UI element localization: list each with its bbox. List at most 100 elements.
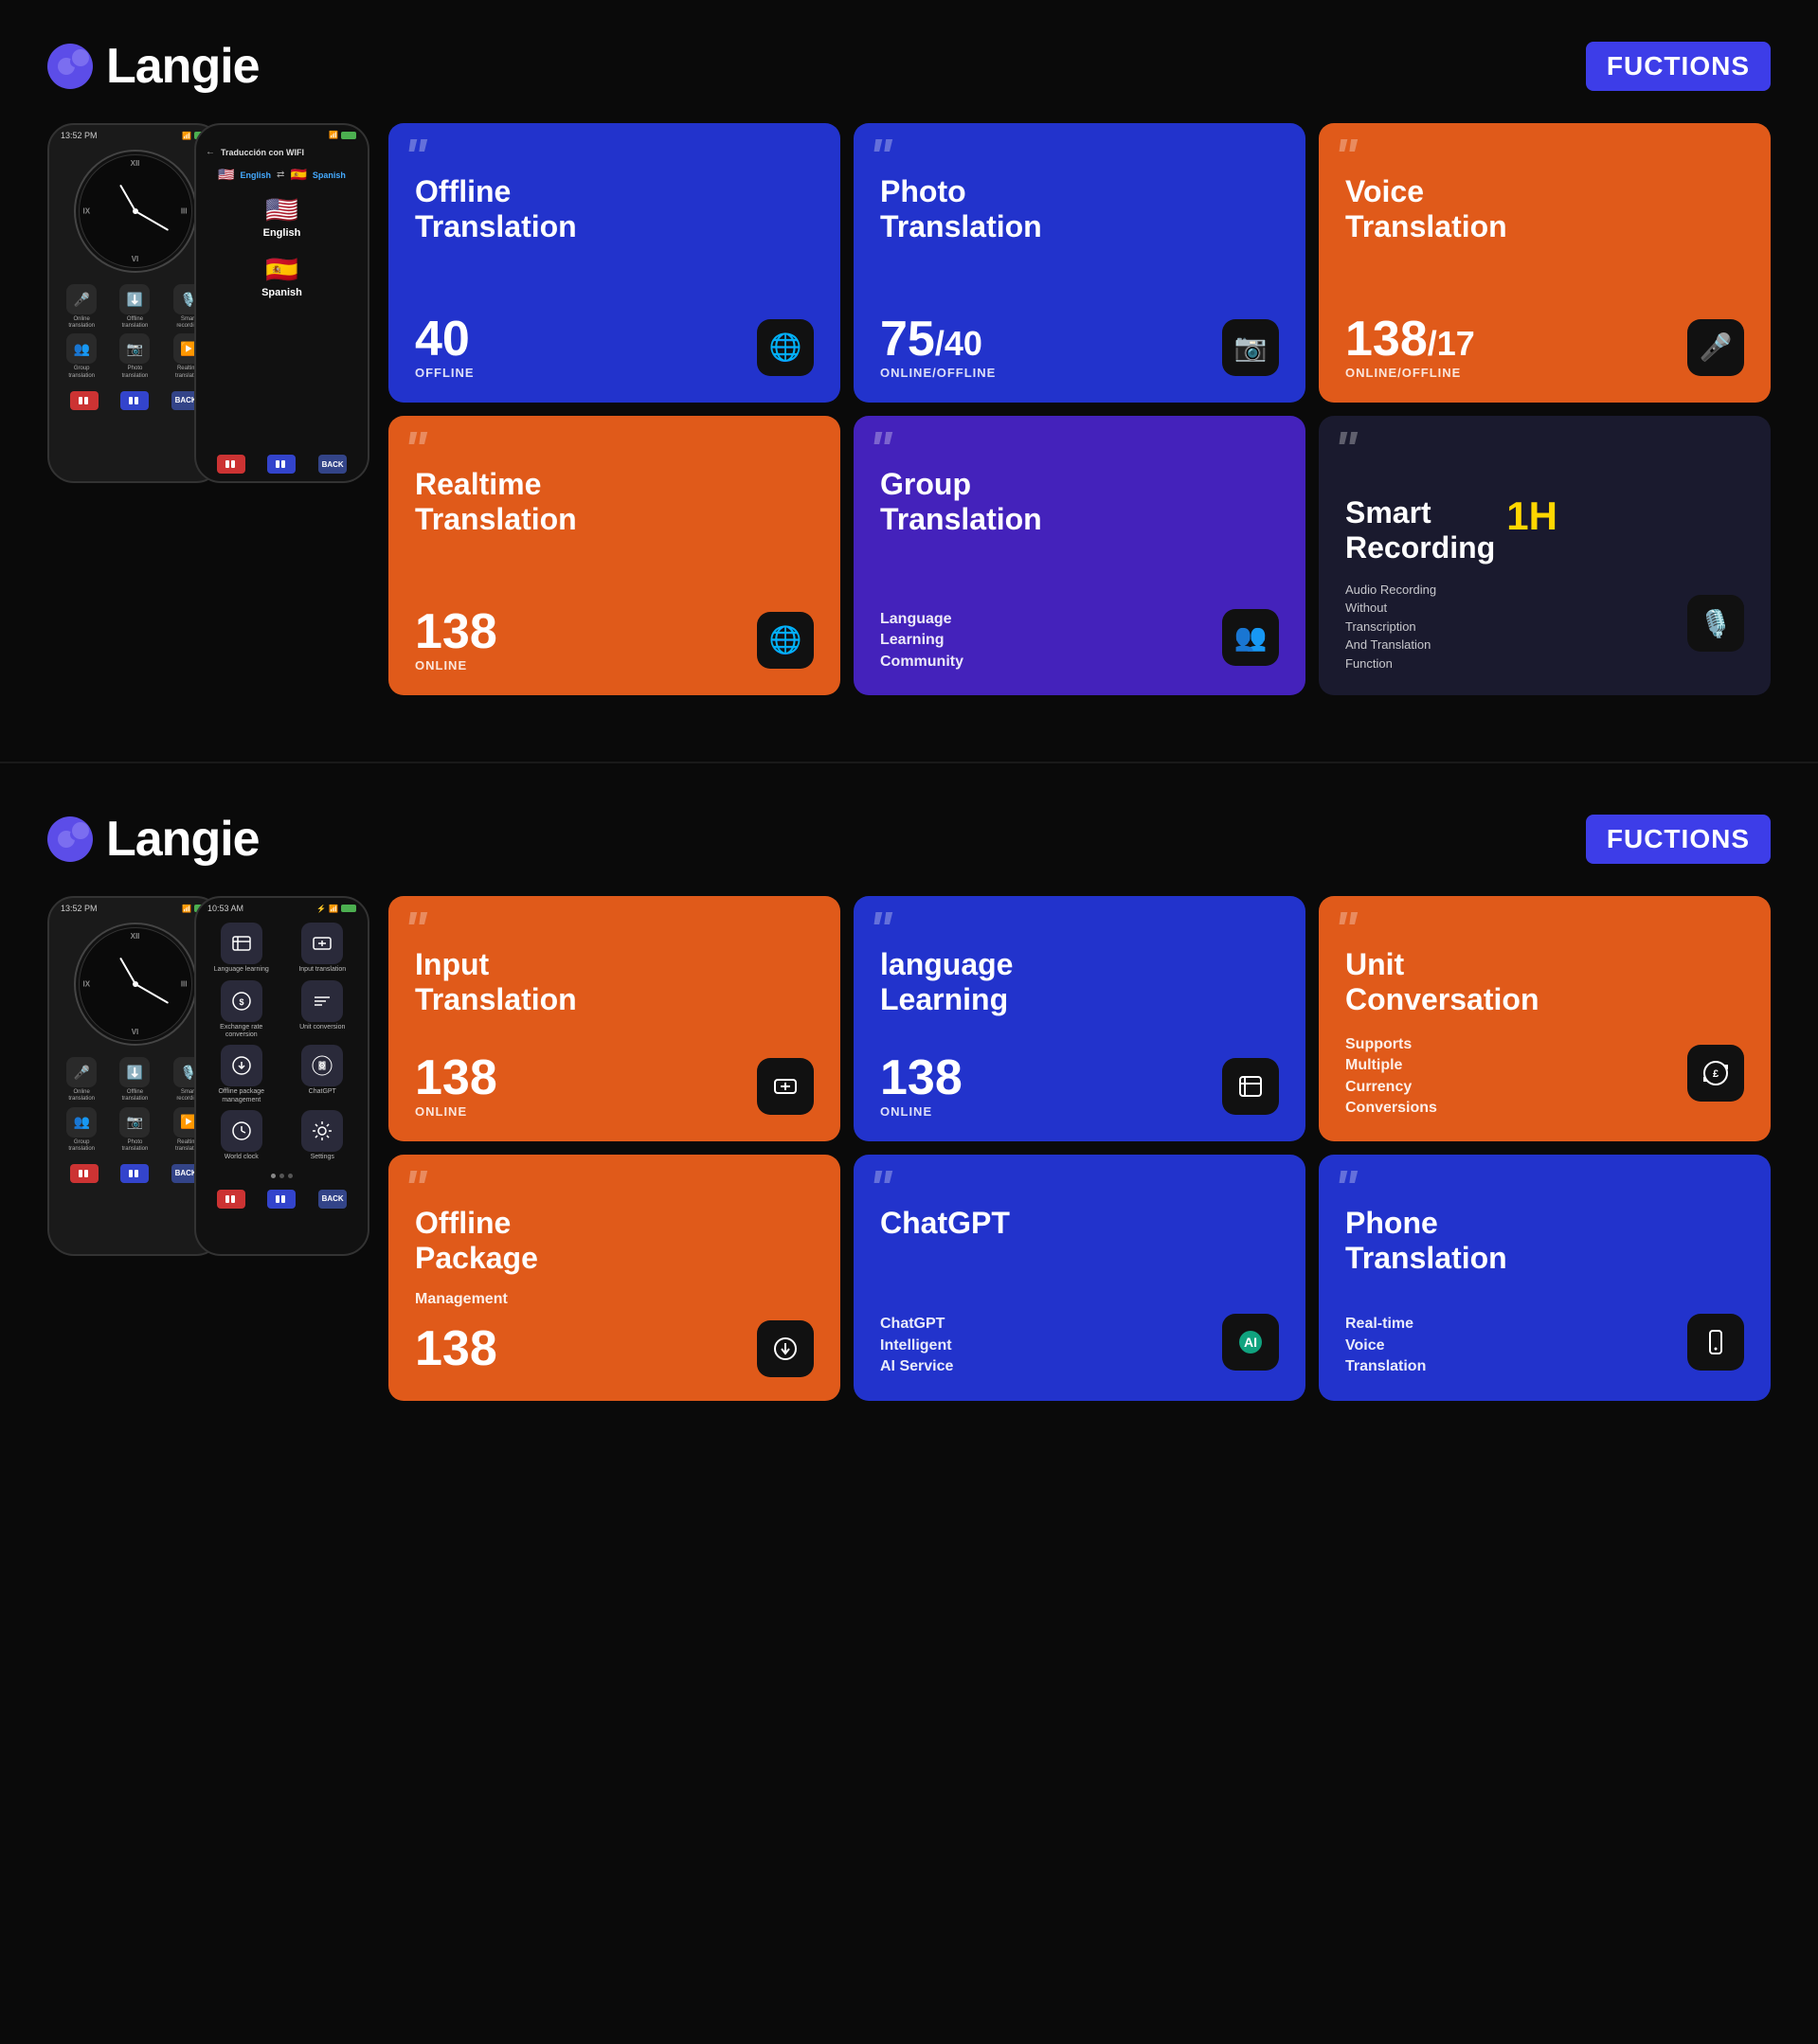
lang-block-es: 🇪🇸 Spanish: [261, 254, 302, 298]
menu-offline-pkg[interactable]: Offline package management: [204, 1045, 279, 1104]
lang-flag-big-es: 🇪🇸: [265, 254, 298, 285]
group-icon: 👥: [66, 333, 97, 364]
input-trans-title: InputTranslation: [415, 947, 814, 1017]
phone-icon-online-2[interactable]: 🎤 Onlinetranslation: [57, 1057, 106, 1103]
offline-trans-count-row: 40 OFFLINE 🌐: [415, 314, 814, 380]
menu-world-clock[interactable]: World clock: [204, 1110, 279, 1161]
back-btn-blue1[interactable]: [120, 391, 149, 410]
realtime-trans-title: RealtimeTranslation: [415, 467, 814, 537]
trans-btn-blue[interactable]: [267, 455, 296, 474]
status-icons-2: 📶: [329, 131, 356, 139]
clock-xii: XII: [131, 159, 140, 168]
lang-selector[interactable]: 🇺🇸 English ⇄ 🇪🇸 Spanish: [196, 163, 368, 187]
menu-chatgpt-icon: ⚙: [301, 1045, 343, 1086]
chatgpt-icon: AI: [1222, 1314, 1279, 1371]
phone-icon-group[interactable]: 👥 Grouptranslation: [57, 333, 106, 379]
online-icon-2: 🎤: [66, 1057, 97, 1087]
clock-iii: III: [181, 207, 188, 216]
lang-flag-big-en: 🇺🇸: [265, 194, 298, 225]
trans-btn-red[interactable]: [217, 455, 245, 474]
card-offline-package[interactable]: " OfflinePackage Management 138: [388, 1155, 840, 1400]
clock-center: [133, 208, 138, 214]
back-btn-red-2[interactable]: [70, 1164, 99, 1183]
card-smart-recording[interactable]: " SmartRecording 1H Audio RecordingWitho…: [1319, 416, 1771, 695]
card-unit-conversation[interactable]: " UnitConversation SupportsMultipleCurre…: [1319, 896, 1771, 1141]
lang-learn-status: ONLINE: [880, 1104, 963, 1119]
menu-world-clock-icon: [221, 1110, 262, 1152]
clock-min-hand: [135, 210, 169, 231]
menu-btn-red[interactable]: [217, 1190, 245, 1209]
feature-grid-1: " OfflineTranslation 40 OFFLINE 🌐 " Phot…: [388, 123, 1771, 695]
smart-rec-icon: 🎙️: [1687, 595, 1744, 652]
card-realtime-translation[interactable]: " RealtimeTranslation 138 ONLINE 🌐: [388, 416, 840, 695]
card-phone-translation[interactable]: " PhoneTranslation Real-timeVoiceTransla…: [1319, 1155, 1771, 1400]
logo-icon-2: [47, 816, 93, 862]
dot-1: [271, 1174, 276, 1178]
card-voice-translation[interactable]: " VoiceTranslation 138 /17 ONLINE/OFFLIN…: [1319, 123, 1771, 403]
input-trans-icon: [757, 1058, 814, 1115]
menu-btn-blue[interactable]: [267, 1190, 296, 1209]
menu-exchange-icon: $: [221, 980, 262, 1022]
feature-grid-2: " InputTranslation 138 ONLINE " language…: [388, 896, 1771, 1400]
unit-conv-icon: £: [1687, 1045, 1744, 1102]
back-btn-red[interactable]: [70, 391, 99, 410]
menu-unit-conversion[interactable]: Unit conversion: [285, 980, 361, 1040]
menu-lang-learn-label: Language learning: [214, 966, 269, 974]
lang-from-flag: 🇺🇸: [218, 167, 234, 183]
lang-block-en: 🇺🇸 English: [263, 194, 301, 239]
menu-exchange-rate[interactable]: $ Exchange rate conversion: [204, 980, 279, 1040]
menu-input-translation[interactable]: Input translation: [285, 923, 361, 974]
phone-status-4: 10:53 AM ⚡ 📶: [196, 898, 368, 915]
smart-rec-title-area: SmartRecording 1H: [1345, 439, 1557, 565]
phone-top-bar-trans: ← Traducción con WIFI: [196, 141, 368, 163]
offline-trans-title: OfflineTranslation: [415, 174, 814, 244]
translation-screen-title: Traducción con WIFI: [221, 148, 304, 157]
card-chatgpt[interactable]: " ChatGPT ChatGPTIntelligentAI Service A…: [854, 1155, 1305, 1400]
photo-trans-title: PhotoTranslation: [880, 174, 1279, 244]
back-btn-blue1-2[interactable]: [120, 1164, 149, 1183]
clock-inner-2: XII III VI IX: [79, 927, 192, 1041]
realtime-trans-icon: 🌐: [757, 612, 814, 669]
menu-settings[interactable]: Settings: [285, 1110, 361, 1161]
wifi-icon-4: 📶: [329, 905, 338, 913]
phone-icon-photo-2[interactable]: 📷 Phototranslation: [110, 1107, 159, 1153]
photo-trans-count-row: 75 /40 ONLINE/OFFLINE 📷: [880, 314, 1279, 380]
offline-trans-icon: 🌐: [757, 319, 814, 376]
voice-trans-slash: /17: [1428, 324, 1475, 364]
clock-iii-2: III: [181, 980, 188, 989]
phone-icon-offline[interactable]: ⬇️ Offlinetranslation: [110, 284, 159, 330]
phone-icon-offline-2[interactable]: ⬇️ Offlinetranslation: [110, 1057, 159, 1103]
logo-text-1: Langie: [106, 38, 260, 95]
online-label: Onlinetranslation: [68, 316, 95, 330]
card-input-translation[interactable]: " InputTranslation 138 ONLINE: [388, 896, 840, 1141]
card-offline-translation[interactable]: " OfflineTranslation 40 OFFLINE 🌐: [388, 123, 840, 403]
input-trans-status: ONLINE: [415, 1104, 497, 1119]
smart-rec-top: SmartRecording 1H: [1345, 439, 1744, 565]
menu-chatgpt[interactable]: ⚙ ChatGPT: [285, 1045, 361, 1104]
group-trans-count-row: LanguageLearningCommunity 👥: [880, 601, 1279, 672]
realtime-trans-count: 138: [415, 607, 497, 656]
menu-exchange-label: Exchange rate conversion: [204, 1024, 279, 1040]
card-photo-translation[interactable]: " PhotoTranslation 75 /40 ONLINE/OFFLINE…: [854, 123, 1305, 403]
clock-vi-2: VI: [132, 1028, 139, 1036]
phone-trans-subtitle: Real-timeVoiceTranslation: [1345, 1314, 1426, 1377]
phone-icon-online[interactable]: 🎤 Onlinetranslation: [57, 284, 106, 330]
clock-face-1: XII III VI IX: [74, 150, 197, 273]
card-group-translation[interactable]: " GroupTranslation LanguageLearningCommu…: [854, 416, 1305, 695]
card-language-learning[interactable]: " languageLearning 138 ONLINE: [854, 896, 1305, 1141]
menu-input-trans-icon: [301, 923, 343, 964]
lang-from-name: English: [241, 170, 272, 180]
trans-btn-back[interactable]: BACK: [318, 455, 347, 474]
chatgpt-title: ChatGPT: [880, 1206, 1279, 1241]
menu-btn-back[interactable]: BACK: [318, 1190, 347, 1209]
voice-trans-icon: 🎤: [1687, 319, 1744, 376]
offline-trans-count: 40: [415, 314, 475, 364]
lang-learn-title: languageLearning: [880, 947, 1279, 1017]
phone-icon-group-2[interactable]: 👥 Grouptranslation: [57, 1107, 106, 1153]
menu-settings-label: Settings: [311, 1154, 334, 1161]
group-icon-2: 👥: [66, 1107, 97, 1138]
phone-icon-photo[interactable]: 📷 Phototranslation: [110, 333, 159, 379]
svg-text:⚙: ⚙: [318, 1061, 326, 1070]
app-menu-screen: Language learning Input translation $ Ex…: [196, 915, 368, 1169]
menu-language-learning[interactable]: Language learning: [204, 923, 279, 974]
